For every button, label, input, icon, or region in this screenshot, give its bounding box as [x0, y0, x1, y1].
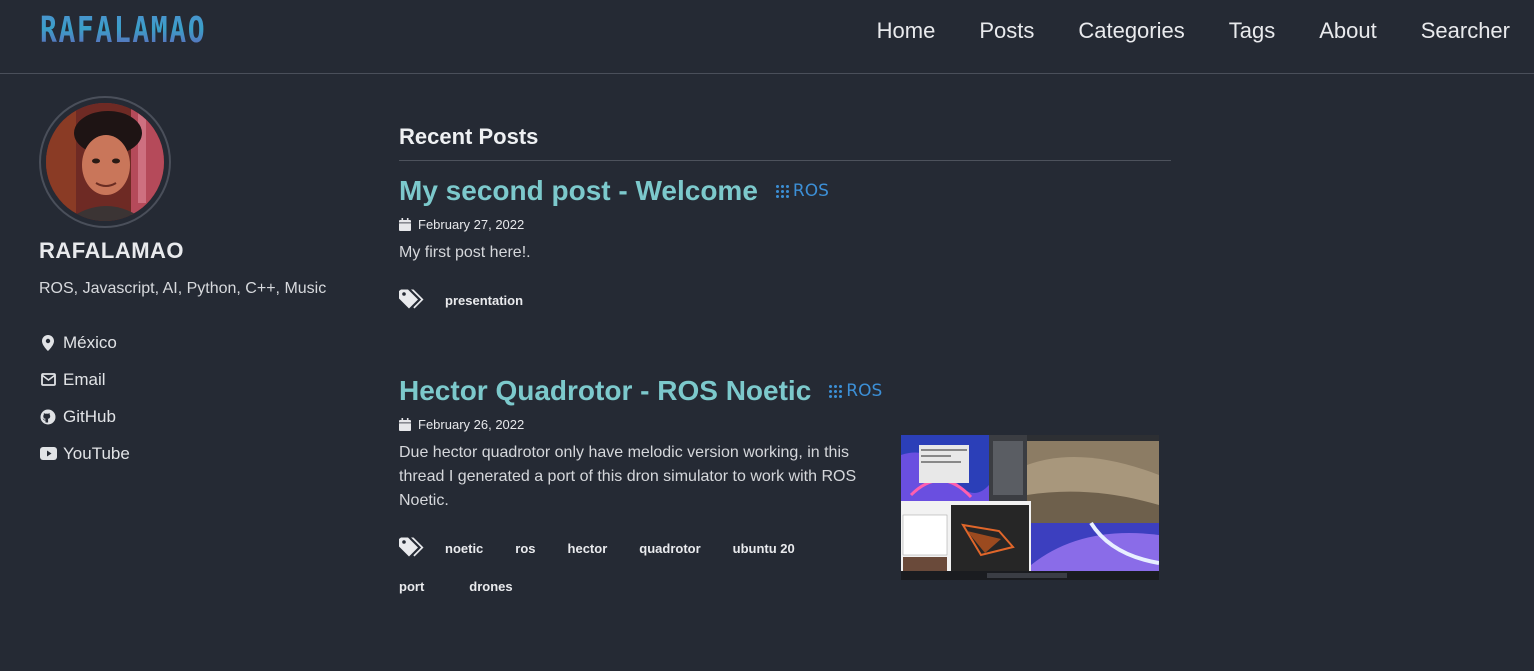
post-excerpt: My first post here!.	[399, 244, 531, 261]
calendar-icon	[399, 218, 411, 231]
author-bio: ROS, Javascript, AI, Python, C++, Music	[39, 280, 327, 297]
category-badge[interactable]: ROS	[775, 181, 829, 201]
site-logo[interactable]: RAFALAMAO	[40, 9, 206, 53]
nav-posts[interactable]: Posts	[957, 0, 1056, 62]
avatar	[39, 96, 171, 228]
post-title-row: Hector Quadrotor - ROS Noetic ROS	[399, 375, 1171, 407]
link-github[interactable]: GitHub	[39, 398, 359, 435]
tag-link[interactable]: port	[399, 579, 424, 594]
link-github-label[interactable]: GitHub	[63, 407, 116, 427]
post-date-text: February 27, 2022	[418, 217, 525, 232]
site-header: RAFALAMAO Home Posts Categories Tags Abo…	[0, 0, 1534, 74]
github-icon	[39, 409, 57, 425]
tags-icon	[399, 289, 427, 311]
author-sidebar: RAFALAMAO ROS, Javascript, AI, Python, C…	[39, 96, 359, 488]
tag-link[interactable]: ros	[515, 541, 535, 556]
post-date: February 27, 2022	[399, 217, 1171, 232]
author-name: RAFALAMAO	[39, 238, 185, 263]
nav-searcher[interactable]: Searcher	[1399, 0, 1510, 62]
post-thumbnail[interactable]	[901, 435, 1159, 580]
envelope-icon	[39, 373, 57, 386]
post-title-link[interactable]: My second post - Welcome	[399, 175, 758, 207]
post-date: February 26, 2022	[399, 417, 1171, 432]
post-title-link[interactable]: Hector Quadrotor - ROS Noetic	[399, 375, 811, 407]
youtube-icon	[39, 447, 57, 460]
tag-link[interactable]: quadrotor	[639, 541, 700, 556]
link-email-label[interactable]: Email	[63, 370, 106, 390]
tag-link[interactable]: presentation	[445, 293, 523, 308]
nav-about[interactable]: About	[1297, 0, 1399, 62]
link-email[interactable]: Email	[39, 361, 359, 398]
tag-link[interactable]: noetic	[445, 541, 483, 556]
link-youtube[interactable]: YouTube	[39, 435, 359, 472]
tag-link[interactable]: drones	[469, 579, 512, 594]
avatar-photo	[46, 103, 164, 221]
nav-home[interactable]: Home	[855, 0, 958, 62]
category-label[interactable]: ROS	[793, 181, 829, 201]
section-title: Recent Posts	[399, 124, 1171, 161]
tag-link[interactable]: ubuntu 20	[733, 541, 795, 556]
avatar-image	[46, 103, 164, 221]
post-thumbnail-image	[901, 435, 1159, 580]
category-label[interactable]: ROS	[846, 381, 882, 401]
tags-icon	[399, 537, 427, 559]
main-content: Recent Posts My second post - Welcome RO…	[399, 124, 1171, 594]
nav-tags[interactable]: Tags	[1207, 0, 1297, 62]
link-location: México	[39, 324, 359, 361]
category-badge[interactable]: ROS	[829, 381, 882, 401]
location-pin-icon	[39, 334, 57, 351]
link-location-label: México	[63, 332, 117, 352]
grid-dots-icon	[829, 384, 843, 398]
author-links: México Email GitHub YouTube	[39, 324, 359, 472]
grid-dots-icon	[775, 184, 789, 198]
post-excerpt: Due hector quadrotor only have melodic v…	[399, 444, 857, 509]
tag-link[interactable]: hector	[568, 541, 608, 556]
post-tags: presentation	[399, 289, 1171, 311]
main-nav: Home Posts Categories Tags About Searche…	[855, 0, 1510, 62]
post-item: Hector Quadrotor - ROS Noetic ROS Februa…	[399, 375, 1171, 594]
post-tags: noetic ros hector quadrotor ubuntu 20 po…	[399, 537, 869, 594]
calendar-icon	[399, 418, 411, 431]
nav-categories[interactable]: Categories	[1056, 0, 1206, 62]
post-date-text: February 26, 2022	[418, 417, 525, 432]
link-youtube-label[interactable]: YouTube	[63, 444, 130, 464]
post-item: My second post - Welcome ROS February 27…	[399, 175, 1171, 311]
post-title-row: My second post - Welcome ROS	[399, 175, 1171, 207]
